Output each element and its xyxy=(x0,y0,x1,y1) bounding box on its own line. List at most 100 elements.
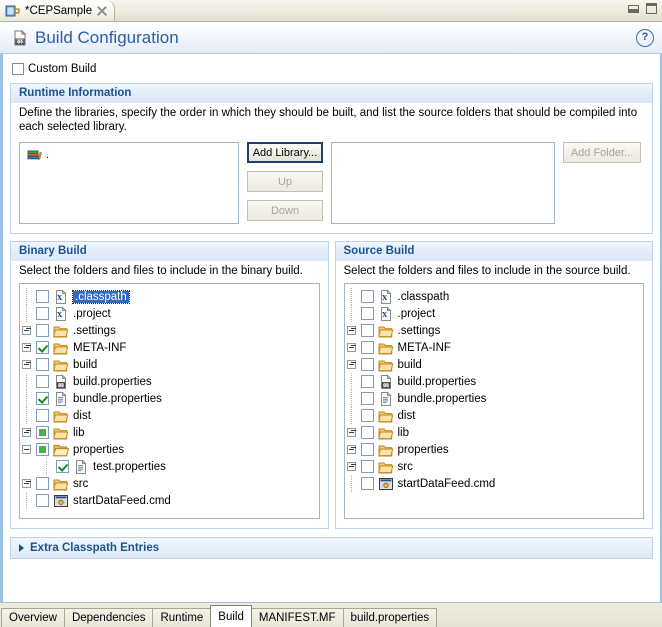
tree-node[interactable]: X .classpath xyxy=(20,288,319,305)
tree-node[interactable]: properties xyxy=(345,441,644,458)
tree-node[interactable]: build xyxy=(345,356,644,373)
folder-icon xyxy=(377,428,393,439)
tree-node-label: dist xyxy=(397,409,416,422)
editor-tab-cepsample[interactable]: *CEPSample xyxy=(0,0,116,21)
tree-node-checkbox[interactable] xyxy=(360,324,374,337)
collapse-minus-icon[interactable] xyxy=(20,441,36,458)
tree-node[interactable]: .settings xyxy=(345,322,644,339)
tree-node[interactable]: X .classpath xyxy=(345,288,644,305)
tree-node-checkbox[interactable] xyxy=(56,460,69,473)
page-title: Build Configuration xyxy=(35,27,179,47)
tree-node-checkbox[interactable] xyxy=(360,460,374,473)
custom-build-row[interactable]: Custom Build xyxy=(3,54,660,75)
folder-icon xyxy=(377,462,393,473)
tree-node-checkbox[interactable] xyxy=(360,477,374,490)
tree-node[interactable]: build xyxy=(20,356,319,373)
tree-node[interactable]: META-INF xyxy=(20,339,319,356)
tree-node-checkbox[interactable] xyxy=(360,290,374,303)
tree-node-checkbox[interactable] xyxy=(36,341,49,354)
expand-plus-icon[interactable] xyxy=(345,424,361,441)
page-tab-runtime[interactable]: Runtime xyxy=(152,608,212,627)
help-icon[interactable]: ? xyxy=(636,28,654,47)
tree-node-checkbox[interactable] xyxy=(360,443,374,456)
binary-build-tree[interactable]: X .classpath X .project .settings META-INF bui… xyxy=(19,283,320,519)
page-tab-manifest-mf[interactable]: MANIFEST.MF xyxy=(250,608,344,627)
tree-node[interactable]: 010 build.properties xyxy=(345,373,644,390)
tree-node-label: build xyxy=(73,358,98,371)
add-folder-button[interactable]: Add Folder... xyxy=(563,142,641,163)
source-folder-list[interactable] xyxy=(331,142,555,224)
tree-node[interactable]: 010 build.properties xyxy=(20,373,319,390)
tree-node[interactable]: dist xyxy=(345,407,644,424)
triangle-right-icon[interactable] xyxy=(19,544,24,552)
folder-icon xyxy=(53,360,69,371)
expand-plus-icon[interactable] xyxy=(345,458,361,475)
expand-plus-icon[interactable] xyxy=(20,356,36,373)
tree-node-checkbox[interactable] xyxy=(36,426,49,439)
source-build-tree[interactable]: X .classpath X .project .settings META-INF bui… xyxy=(343,283,644,519)
tree-node[interactable]: dist xyxy=(20,407,319,424)
expand-plus-icon[interactable] xyxy=(20,424,36,441)
tree-node-checkbox[interactable] xyxy=(36,392,49,405)
tree-node-checkbox[interactable] xyxy=(360,341,374,354)
tree-node-checkbox[interactable] xyxy=(36,307,49,320)
tree-node[interactable]: X .project xyxy=(345,305,644,322)
text-file-icon xyxy=(76,458,87,474)
close-icon[interactable] xyxy=(96,5,108,17)
expand-plus-icon[interactable] xyxy=(345,356,361,373)
tree-node-checkbox[interactable] xyxy=(360,426,374,439)
expand-plus-icon[interactable] xyxy=(20,339,36,356)
tree-node[interactable]: startDataFeed.cmd xyxy=(345,475,644,492)
library-list-item[interactable]: . xyxy=(25,146,238,164)
tree-node[interactable]: .settings xyxy=(20,322,319,339)
tree-node-checkbox[interactable] xyxy=(36,443,49,456)
tree-connector xyxy=(40,458,56,475)
tree-node[interactable]: lib xyxy=(20,424,319,441)
tree-node-checkbox[interactable] xyxy=(36,358,49,371)
tree-node[interactable]: META-INF xyxy=(345,339,644,356)
tree-node[interactable]: lib xyxy=(345,424,644,441)
expand-plus-icon[interactable] xyxy=(345,339,361,356)
runtime-section-title: Runtime Information xyxy=(11,84,652,103)
tree-node-checkbox[interactable] xyxy=(36,409,49,422)
expand-plus-icon[interactable] xyxy=(20,322,36,339)
editor-page-tabs[interactable]: Overview Dependencies Runtime Build MANIFEST… xyxy=(0,602,662,627)
tree-node[interactable]: src xyxy=(345,458,644,475)
tree-node-checkbox[interactable] xyxy=(36,375,49,388)
tree-node-checkbox[interactable] xyxy=(36,494,49,507)
tree-node[interactable]: startDataFeed.cmd xyxy=(20,492,319,509)
move-down-button[interactable]: Down xyxy=(247,200,323,221)
tree-node-checkbox[interactable] xyxy=(36,324,49,337)
tree-node-checkbox[interactable] xyxy=(36,290,49,303)
add-library-button[interactable]: Add Library... xyxy=(247,142,323,163)
tree-node-checkbox[interactable] xyxy=(360,375,374,388)
maximize-icon[interactable] xyxy=(646,3,657,14)
tree-node[interactable]: bundle.properties xyxy=(20,390,319,407)
tree-node-checkbox[interactable] xyxy=(360,358,374,371)
tree-node-checkbox[interactable] xyxy=(360,307,374,320)
tree-node[interactable]: bundle.properties xyxy=(345,390,644,407)
tree-node-checkbox[interactable] xyxy=(360,409,374,422)
tree-connector xyxy=(20,492,36,509)
tree-node-checkbox[interactable] xyxy=(36,477,49,490)
custom-build-checkbox[interactable] xyxy=(12,63,24,75)
page-tab-build[interactable]: Build xyxy=(210,605,252,627)
move-up-button[interactable]: Up xyxy=(247,171,323,192)
tree-node[interactable]: X .project xyxy=(20,305,319,322)
expand-plus-icon[interactable] xyxy=(345,441,361,458)
page-tab-dependencies[interactable]: Dependencies xyxy=(63,608,154,627)
tree-node[interactable]: test.properties xyxy=(20,458,319,475)
extra-classpath-entries-section[interactable]: Extra Classpath Entries xyxy=(10,537,653,559)
tree-node-checkbox[interactable] xyxy=(360,392,374,405)
tree-node[interactable]: properties xyxy=(20,441,319,458)
minimize-icon[interactable] xyxy=(628,4,639,13)
tree-node[interactable]: src xyxy=(20,475,319,492)
expand-plus-icon[interactable] xyxy=(20,475,36,492)
library-list[interactable]: . xyxy=(19,142,239,224)
page-tab-overview[interactable]: Overview xyxy=(1,608,65,627)
tree-node-label: .project xyxy=(73,307,111,320)
xml-file-icon: X xyxy=(380,305,392,321)
tree-connector xyxy=(20,373,36,390)
page-tab-build-properties[interactable]: build.properties xyxy=(342,608,438,627)
expand-plus-icon[interactable] xyxy=(345,322,361,339)
